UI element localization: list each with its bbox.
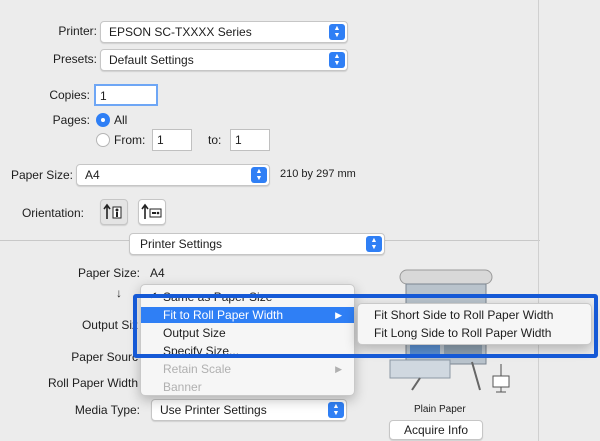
media-type-popup[interactable]: Use Printer Settings ▲ ▼	[151, 399, 347, 421]
menu-item-same-as-paper-size[interactable]: ✔ Same as Paper Size	[141, 289, 354, 305]
fit-to-roll-submenu: Fit Short Side to Roll Paper Width Fit L…	[357, 303, 592, 345]
orientation-landscape-button[interactable]	[138, 199, 166, 225]
menu-item-label: Fit to Roll Paper Width	[163, 308, 284, 322]
popup-arrows-icon: ▲ ▼	[329, 52, 345, 68]
menu-item-label: Output Size	[163, 326, 226, 340]
menu-item-retain-scale: Retain Scale ▶	[141, 361, 354, 377]
submenu-item-fit-short-side[interactable]: Fit Short Side to Roll Paper Width	[374, 308, 553, 322]
pages-from-field[interactable]: 1	[152, 129, 192, 151]
menu-item-output-size[interactable]: Output Size	[141, 325, 354, 341]
copies-label: Copies:	[49, 88, 90, 102]
down-arrow-icon: ↓	[116, 286, 122, 300]
menu-item-label: Banner	[163, 380, 202, 394]
acquire-info-label: Acquire Info	[403, 423, 469, 437]
portrait-icon	[103, 203, 122, 219]
popup-arrows-icon: ▲ ▼	[328, 402, 344, 418]
pages-all-radio[interactable]	[96, 113, 110, 127]
copies-field[interactable]: 1	[94, 84, 158, 106]
settings-paper-size-label: Paper Size:	[77, 266, 140, 280]
menu-item-label: Same as Paper Size	[163, 290, 273, 304]
checkmark-icon: ✔	[149, 291, 158, 302]
output-size-menu: ✔ Same as Paper Size Fit to Roll Paper W…	[140, 284, 355, 396]
printer-value: EPSON SC-TXXXX Series	[109, 25, 252, 39]
media-type-label: Media Type:	[74, 403, 140, 417]
popup-arrows-icon: ▲ ▼	[251, 167, 267, 183]
printer-label: Printer:	[58, 24, 97, 38]
orientation-label: Orientation:	[21, 206, 84, 220]
submenu-item-fit-long-side[interactable]: Fit Long Side to Roll Paper Width	[374, 326, 551, 340]
network-icon	[492, 364, 510, 393]
acquire-info-button[interactable]: Acquire Info	[389, 420, 483, 440]
landscape-icon	[141, 203, 162, 219]
right-edge-divider	[538, 0, 539, 441]
settings-paper-size-value: A4	[150, 266, 165, 280]
pages-all-label: All	[114, 113, 128, 127]
paper-size-value: A4	[85, 168, 100, 182]
pages-label: Pages:	[52, 113, 90, 127]
section-popup[interactable]: Printer Settings ▲ ▼	[129, 233, 385, 255]
popup-arrows-icon: ▲ ▼	[329, 24, 345, 40]
paper-source-label: Paper Sourc	[71, 350, 138, 364]
paper-size-popup[interactable]: A4 ▲ ▼	[76, 164, 270, 186]
roll-paper-width-label: Roll Paper Width	[47, 376, 138, 390]
menu-item-fit-to-roll-paper-width[interactable]: Fit to Roll Paper Width ▶	[141, 307, 354, 323]
menu-item-label: Retain Scale	[163, 362, 232, 376]
menu-item-specify-size[interactable]: Specify Size...	[141, 343, 354, 359]
paper-dims: 210 by 297 mm	[280, 168, 356, 180]
menu-item-banner: Banner	[141, 379, 354, 395]
media-type-value: Use Printer Settings	[160, 403, 267, 417]
submenu-arrow-icon: ▶	[335, 364, 342, 374]
presets-label: Presets:	[52, 52, 97, 66]
popup-arrows-icon: ▲ ▼	[366, 236, 382, 252]
section-value: Printer Settings	[140, 237, 223, 251]
preview-caption: Plain Paper	[414, 404, 466, 415]
pages-from-label: From:	[114, 133, 146, 147]
printer-popup[interactable]: EPSON SC-TXXXX Series ▲ ▼	[100, 21, 348, 43]
pages-from-radio[interactable]	[96, 133, 110, 147]
pages-to-field[interactable]: 1	[230, 129, 270, 151]
presets-value: Default Settings	[109, 53, 194, 67]
menu-item-label: Specify Size...	[163, 344, 240, 358]
presets-popup[interactable]: Default Settings ▲ ▼	[100, 49, 348, 71]
orientation-portrait-button[interactable]	[100, 199, 128, 225]
paper-size-label: Paper Size:	[10, 168, 73, 182]
pages-to-label: to:	[208, 133, 222, 147]
output-size-label: Output Siz	[81, 318, 138, 332]
submenu-arrow-icon: ▶	[335, 310, 342, 320]
